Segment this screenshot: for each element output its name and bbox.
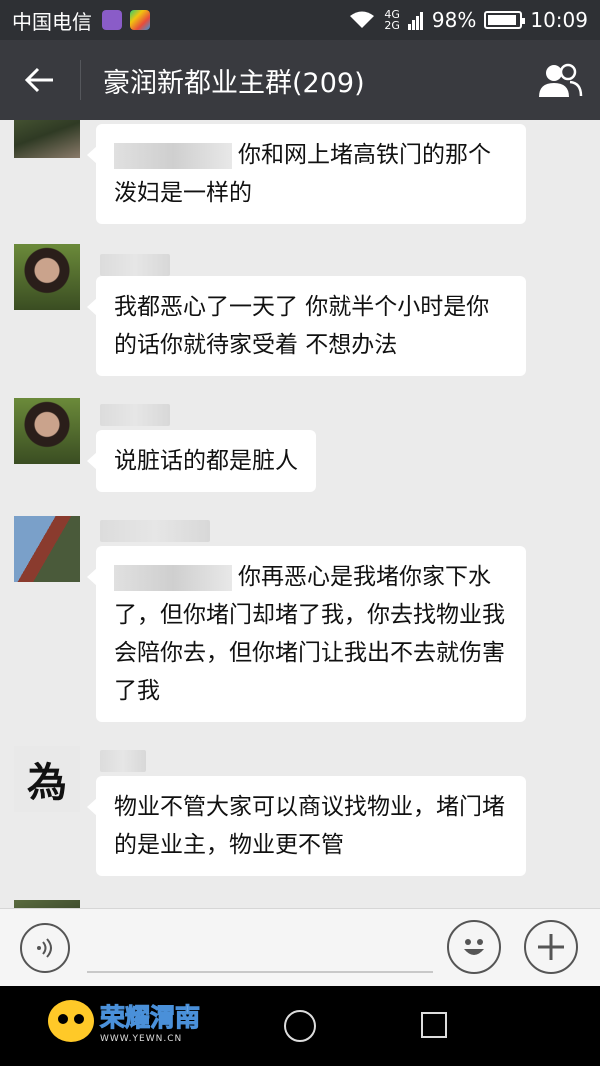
sender-name-redacted bbox=[100, 254, 170, 276]
watermark-logo: 荣耀渭南 WWW.YEWN.CN bbox=[48, 998, 201, 1044]
message-text: 说脏话的都是脏人 bbox=[114, 448, 298, 474]
message-text: 物业不管大家可以商议找物业，堵门堵的是业主，物业更不管 bbox=[114, 794, 505, 858]
gallery-app-icon bbox=[102, 10, 122, 30]
carrier-name: 中国电信 bbox=[12, 9, 92, 34]
message-bubble[interactable]: 你再恶心是我堵你家下水了，但你堵门却堵了我，你去找物业我会陪你去，但你堵门让我出… bbox=[87, 546, 526, 722]
chat-header: 豪润新都业主群(209) bbox=[0, 40, 600, 120]
recent-apps-button[interactable] bbox=[421, 1012, 447, 1038]
message-bubble[interactable]: 你和网上堵高铁门的那个泼妇是一样的 bbox=[87, 124, 526, 224]
sender-name-redacted bbox=[100, 520, 210, 542]
avatar-calligraphy: 為 bbox=[27, 759, 67, 806]
watermark-url: WWW.YEWN.CN bbox=[100, 1034, 183, 1044]
chat-title: 豪润新都业主群(209) bbox=[103, 67, 365, 99]
group-members-icon[interactable] bbox=[520, 40, 600, 120]
battery-percent: 98% bbox=[431, 8, 477, 32]
avatar[interactable] bbox=[14, 900, 80, 908]
sender-name-redacted bbox=[100, 404, 170, 426]
avatar[interactable]: 為 bbox=[14, 746, 80, 812]
sender-name-redacted bbox=[100, 750, 146, 772]
back-arrow-icon[interactable] bbox=[0, 40, 80, 120]
message-bubble[interactable]: 我都恶心了一天了 你就半个小时是你的话你就待家受着 不想办法 bbox=[87, 276, 526, 376]
battery-icon bbox=[484, 11, 526, 29]
message-bubble[interactable]: 说脏话的都是脏人 bbox=[87, 430, 316, 492]
bee-mascot-icon bbox=[48, 1000, 94, 1042]
avatar[interactable] bbox=[14, 120, 80, 158]
message-input[interactable] bbox=[87, 971, 433, 973]
home-button[interactable] bbox=[284, 1010, 316, 1042]
wifi-icon bbox=[350, 11, 375, 28]
message-bubble[interactable]: 物业不管大家可以商议找物业，堵门堵的是业主，物业更不管 bbox=[87, 776, 526, 876]
voice-icon[interactable] bbox=[20, 923, 70, 973]
input-bar bbox=[0, 908, 600, 986]
avatar[interactable] bbox=[14, 516, 80, 582]
avatar[interactable] bbox=[14, 244, 80, 310]
mention-redacted bbox=[114, 142, 232, 169]
header-divider bbox=[80, 60, 81, 100]
mention-redacted bbox=[114, 564, 232, 591]
status-bar: 中国电信 4G 2G 98% 10:09 bbox=[0, 0, 600, 40]
signal-icon bbox=[407, 12, 423, 30]
navigation-bar: 荣耀渭南 WWW.YEWN.CN bbox=[0, 986, 600, 1066]
plus-icon[interactable] bbox=[524, 920, 578, 974]
play-store-icon bbox=[130, 10, 150, 30]
watermark-name: 荣耀渭南 bbox=[99, 1003, 201, 1033]
avatar[interactable] bbox=[14, 398, 80, 464]
message-list[interactable]: 你和网上堵高铁门的那个泼妇是一样的 我都恶心了一天了 你就半个小时是你的话你就待… bbox=[0, 120, 600, 908]
message-text: 我都恶心了一天了 你就半个小时是你的话你就待家受着 不想办法 bbox=[114, 294, 490, 358]
network-type: 4G 2G bbox=[384, 8, 400, 32]
emoji-icon[interactable] bbox=[447, 920, 501, 974]
clock: 10:09 bbox=[530, 8, 588, 32]
